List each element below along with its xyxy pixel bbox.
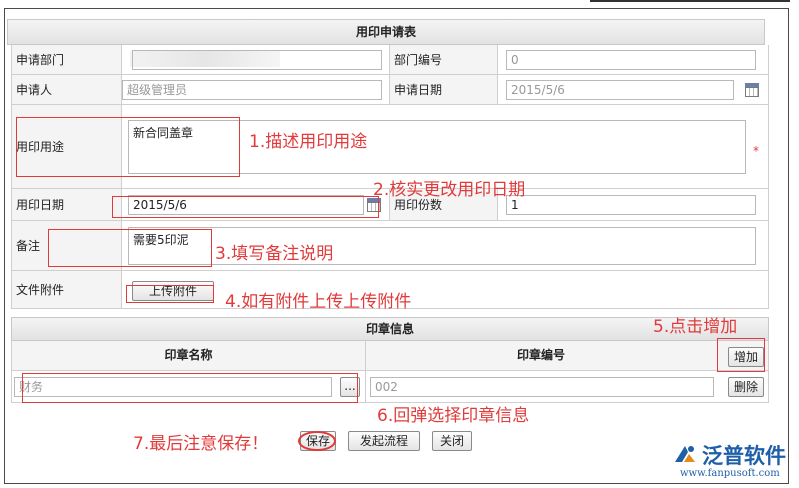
annotation-circle-save <box>298 431 336 451</box>
apply-date-input[interactable]: 2015/5/6 <box>506 80 734 100</box>
calendar-icon[interactable] <box>744 82 760 98</box>
annotation-3: 3.填写备注说明 <box>215 244 334 264</box>
logo-name: 泛普软件 <box>702 444 786 468</box>
seal-column-header: 印章名称 印章编号 增加 <box>11 341 769 371</box>
annotation-box-seal-name <box>22 373 358 403</box>
annotation-4: 4.如有附件上传上传附件 <box>225 292 412 312</box>
logo-url: www.fanpusoft.com <box>680 468 780 479</box>
copies-input[interactable]: 1 <box>506 195 756 215</box>
applicant-label: 申请人 <box>12 75 122 104</box>
dept-code-label: 部门编号 <box>390 45 498 74</box>
close-button[interactable]: 关闭 <box>432 431 472 451</box>
dept-code-input[interactable]: 0 <box>506 50 756 70</box>
apply-date-label: 申请日期 <box>390 75 498 104</box>
screenshot-frame: 用印申请表 申请部门 部门编号 0 申请人 超级管理员 申请日期 2015/5/… <box>4 8 789 484</box>
start-flow-button[interactable]: 发起流程 <box>348 431 420 451</box>
seal-code-input[interactable]: 002 <box>370 377 714 397</box>
use-date-label: 用印日期 <box>12 189 122 220</box>
form-title: 用印申请表 <box>7 19 765 45</box>
seal-code-col: 印章编号 <box>516 348 565 362</box>
annotation-7: 7.最后注意保存！ <box>133 434 269 454</box>
attachment-label: 文件附件 <box>12 271 122 308</box>
dept-input[interactable] <box>132 50 382 70</box>
annotation-box-remark <box>48 229 212 267</box>
annotation-2: 2.核实更改用印日期 <box>373 180 526 200</box>
annotation-box-add <box>717 338 765 372</box>
row-department: 申请部门 部门编号 0 <box>11 45 769 75</box>
seal-name-col: 印章名称 <box>12 341 366 370</box>
annotation-5: 5.点击增加 <box>653 317 738 337</box>
annotation-1: 1.描述用印用途 <box>249 132 368 152</box>
delete-seal-button[interactable]: 删除 <box>728 377 764 397</box>
annotation-box-use-date <box>112 196 379 218</box>
fanpu-logo-icon <box>675 446 695 462</box>
annotation-box-purpose <box>16 117 240 177</box>
top-edge-line <box>590 0 790 2</box>
required-asterisk: * <box>753 144 759 158</box>
fanpu-logo: 泛普软件 www.fanpusoft.com <box>672 440 790 484</box>
annotation-box-upload <box>126 285 214 303</box>
applicant-input[interactable]: 超级管理员 <box>122 80 382 100</box>
annotation-6: 6.回弹选择印章信息 <box>377 406 530 426</box>
dept-label: 申请部门 <box>12 45 122 74</box>
row-applicant: 申请人 超级管理员 申请日期 2015/5/6 <box>11 75 769 105</box>
